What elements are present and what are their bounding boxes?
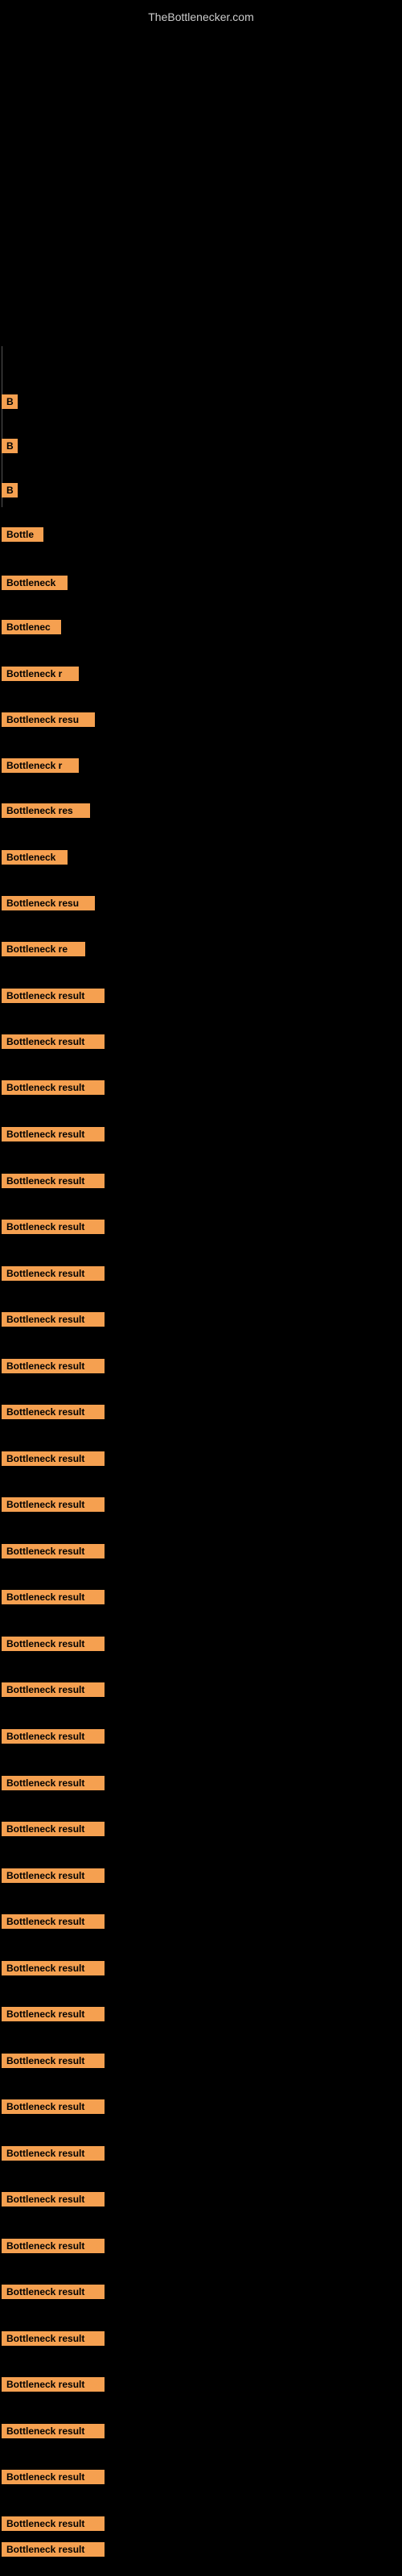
- bottleneck-result-label: B: [2, 483, 18, 497]
- bottleneck-result-label: Bottleneck result: [2, 1961, 105, 1975]
- list-item: Bottleneck result: [2, 1359, 105, 1377]
- bottleneck-result-label: B: [2, 439, 18, 453]
- bottleneck-result-label: Bottleneck result: [2, 1637, 105, 1651]
- bottleneck-result-label: Bottleneck result: [2, 1359, 105, 1373]
- bottleneck-result-label: Bottleneck result: [2, 2516, 105, 2531]
- list-item: Bottleneck result: [2, 989, 105, 1007]
- list-item: Bottleneck r: [2, 667, 79, 685]
- bottleneck-result-label: Bottleneck result: [2, 1174, 105, 1188]
- bottleneck-result-label: Bottleneck result: [2, 1127, 105, 1141]
- bottleneck-result-label: Bottleneck result: [2, 2542, 105, 2557]
- bottleneck-result-label: Bottleneck result: [2, 1405, 105, 1419]
- bottleneck-result-label: Bottleneck result: [2, 1682, 105, 1697]
- bottleneck-result-label: Bottleneck result: [2, 1080, 105, 1095]
- bottleneck-result-label: Bottleneck result: [2, 2377, 105, 2392]
- bottleneck-result-label: Bottleneck result: [2, 1266, 105, 1281]
- bottleneck-result-label: Bottleneck result: [2, 1776, 105, 1790]
- bottleneck-result-label: Bottleneck result: [2, 1822, 105, 1836]
- list-item: Bottle: [2, 527, 43, 546]
- list-item: Bottleneck result: [2, 2516, 105, 2535]
- list-item: Bottleneck result: [2, 2192, 105, 2211]
- bottleneck-result-label: Bottleneck result: [2, 2099, 105, 2114]
- list-item: Bottleneck result: [2, 1451, 105, 1470]
- list-item: Bottleneck result: [2, 2331, 105, 2350]
- list-item: Bottleneck result: [2, 1127, 105, 1146]
- list-item: Bottleneck result: [2, 1266, 105, 1285]
- list-item: Bottleneck result: [2, 1034, 105, 1053]
- bottleneck-result-label: Bottleneck result: [2, 1914, 105, 1929]
- list-item: Bottleneck result: [2, 1174, 105, 1192]
- bottleneck-result-label: Bottleneck result: [2, 2239, 105, 2253]
- bottleneck-result-label: Bottleneck r: [2, 758, 79, 773]
- site-title: TheBottlenecker.com: [0, 4, 402, 30]
- list-item: Bottleneck result: [2, 2146, 105, 2165]
- list-item: Bottleneck result: [2, 1497, 105, 1516]
- list-item: Bottleneck result: [2, 2239, 105, 2257]
- list-item: Bottleneck result: [2, 1822, 105, 1840]
- list-item: Bottleneck re: [2, 942, 85, 960]
- list-item: Bottleneck result: [2, 2054, 105, 2072]
- bottleneck-result-label: Bottleneck result: [2, 1312, 105, 1327]
- list-item: Bottlenec: [2, 620, 61, 638]
- list-item: Bottleneck result: [2, 1868, 105, 1887]
- bottleneck-result-label: Bottleneck re: [2, 942, 85, 956]
- bottleneck-result-label: Bottleneck result: [2, 2007, 105, 2021]
- list-item: Bottleneck result: [2, 2007, 105, 2025]
- bottleneck-result-label: Bottleneck result: [2, 2146, 105, 2161]
- bottleneck-result-label: Bottleneck resu: [2, 712, 95, 727]
- bottleneck-result-label: Bottleneck result: [2, 2470, 105, 2484]
- bottleneck-result-label: Bottleneck result: [2, 2192, 105, 2207]
- bottleneck-result-label: Bottleneck result: [2, 2054, 105, 2068]
- bottleneck-result-label: Bottleneck result: [2, 2424, 105, 2438]
- bottleneck-result-label: Bottleneck result: [2, 989, 105, 1003]
- list-item: Bottleneck resu: [2, 712, 95, 731]
- bottleneck-result-label: Bottleneck result: [2, 2331, 105, 2346]
- list-item: Bottleneck result: [2, 1961, 105, 1979]
- list-item: Bottleneck result: [2, 1637, 105, 1655]
- bottleneck-result-label: Bottleneck resu: [2, 896, 95, 910]
- bottleneck-result-label: Bottleneck result: [2, 1544, 105, 1558]
- list-item: Bottleneck result: [2, 2377, 105, 2396]
- list-item: Bottleneck result: [2, 2424, 105, 2442]
- bottleneck-result-label: Bottleneck result: [2, 1220, 105, 1234]
- bottleneck-result-label: Bottleneck result: [2, 2285, 105, 2299]
- bottleneck-result-label: Bottleneck result: [2, 1034, 105, 1049]
- bottleneck-result-label: Bottleneck r: [2, 667, 79, 681]
- bottleneck-result-label: Bottleneck result: [2, 1590, 105, 1604]
- list-item: Bottleneck result: [2, 2470, 105, 2488]
- list-item: Bottleneck: [2, 850, 68, 869]
- bottleneck-result-label: Bottleneck result: [2, 1497, 105, 1512]
- list-item: Bottleneck result: [2, 1405, 105, 1423]
- list-item: Bottleneck result: [2, 1914, 105, 1933]
- list-item: Bottleneck resu: [2, 896, 95, 914]
- list-item: Bottleneck result: [2, 2099, 105, 2118]
- list-item: Bottleneck result: [2, 2285, 105, 2303]
- bottleneck-result-label: Bottlenec: [2, 620, 61, 634]
- list-item: B: [2, 439, 18, 457]
- list-item: Bottleneck result: [2, 1312, 105, 1331]
- bottleneck-result-label: Bottleneck: [2, 850, 68, 865]
- list-item: Bottleneck result: [2, 1776, 105, 1794]
- list-item: Bottleneck result: [2, 1220, 105, 1238]
- bottleneck-result-label: Bottleneck result: [2, 1451, 105, 1466]
- list-item: Bottleneck result: [2, 1544, 105, 1563]
- list-item: Bottleneck result: [2, 1682, 105, 1701]
- bottleneck-result-label: Bottleneck result: [2, 1868, 105, 1883]
- list-item: Bottleneck res: [2, 803, 90, 822]
- list-item: Bottleneck result: [2, 2542, 105, 2561]
- bottleneck-result-label: Bottleneck: [2, 576, 68, 590]
- list-item: Bottleneck result: [2, 1590, 105, 1608]
- bottleneck-result-label: B: [2, 394, 18, 409]
- bottleneck-result-label: Bottleneck result: [2, 1729, 105, 1744]
- bottleneck-result-label: Bottle: [2, 527, 43, 542]
- list-item: B: [2, 483, 18, 502]
- list-item: Bottleneck result: [2, 1080, 105, 1099]
- list-item: B: [2, 394, 18, 413]
- list-item: Bottleneck r: [2, 758, 79, 777]
- list-item: Bottleneck: [2, 576, 68, 594]
- list-item: Bottleneck result: [2, 1729, 105, 1748]
- bottleneck-result-label: Bottleneck res: [2, 803, 90, 818]
